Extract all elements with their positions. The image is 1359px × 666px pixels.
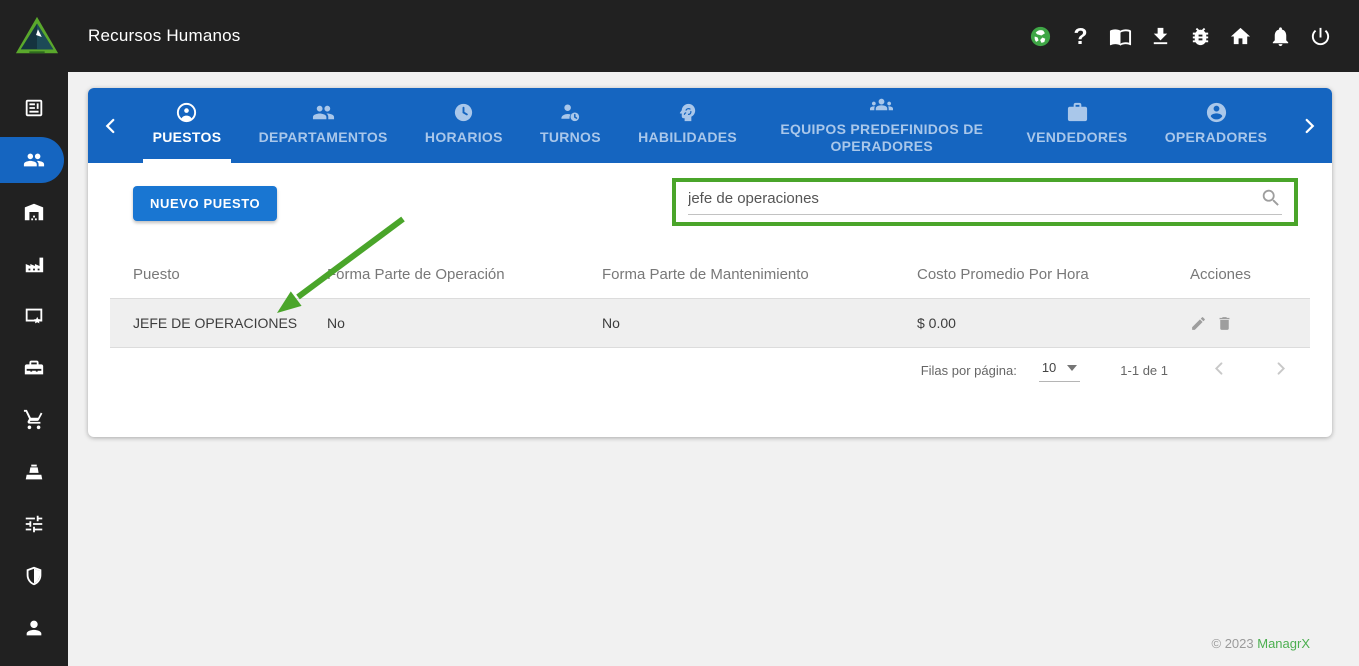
pagination: Filas por página: 10 1-1 de 1 bbox=[921, 358, 1290, 382]
tab-label: VENDEDORES bbox=[1026, 129, 1127, 145]
new-puesto-button[interactable]: NUEVO PUESTO bbox=[133, 186, 277, 221]
sidebar-item-toolbox[interactable] bbox=[0, 342, 68, 394]
power-icon[interactable] bbox=[1308, 24, 1333, 49]
chevron-left-icon bbox=[1210, 359, 1229, 378]
search-icon[interactable] bbox=[1260, 187, 1282, 209]
sidebar-item-news[interactable] bbox=[0, 82, 68, 134]
cell-puesto: JEFE DE OPERACIONES bbox=[110, 315, 327, 331]
person-icon bbox=[23, 617, 45, 639]
sidebar-item-sales[interactable] bbox=[0, 446, 68, 498]
topbar: Recursos Humanos ? bbox=[0, 0, 1359, 72]
home-icon[interactable] bbox=[1228, 24, 1253, 49]
rows-per-page-value: 10 bbox=[1042, 360, 1056, 375]
tab-label: TURNOS bbox=[540, 129, 601, 145]
warehouse-icon bbox=[23, 201, 45, 223]
tab-label: OPERADORES bbox=[1165, 129, 1268, 145]
chevron-right-icon bbox=[1271, 359, 1290, 378]
tab-operadores[interactable]: OPERADORES bbox=[1155, 88, 1278, 163]
notifications-icon[interactable] bbox=[1268, 24, 1293, 49]
next-page-button[interactable] bbox=[1271, 359, 1290, 381]
account-badge-icon bbox=[175, 101, 198, 124]
tune-icon bbox=[23, 513, 45, 535]
groups-icon bbox=[870, 93, 893, 116]
sidebar-item-certifications[interactable] bbox=[0, 290, 68, 342]
people-icon bbox=[23, 149, 45, 171]
tabs: PUESTOS DEPARTAMENTOS HORARIOS TURNOS HA… bbox=[134, 88, 1286, 163]
search-field bbox=[688, 182, 1282, 215]
brain-icon bbox=[676, 101, 699, 124]
cell-mantenimiento: No bbox=[602, 315, 917, 331]
rows-per-page-label: Filas por página: bbox=[921, 363, 1017, 378]
table-header: Puesto Forma Parte de Operación Forma Pa… bbox=[110, 250, 1310, 298]
language-icon[interactable] bbox=[1028, 24, 1053, 49]
tabs-scroll-right-button[interactable] bbox=[1286, 88, 1332, 163]
sidebar-item-purchases[interactable] bbox=[0, 394, 68, 446]
tab-vendedores[interactable]: VENDEDORES bbox=[1016, 88, 1137, 163]
chevron-right-icon bbox=[1300, 117, 1318, 135]
search-input[interactable] bbox=[688, 190, 1260, 207]
search-highlight-box bbox=[672, 178, 1298, 226]
col-acciones: Acciones bbox=[1190, 266, 1310, 283]
tab-label: HORARIOS bbox=[425, 129, 503, 145]
sidebar-item-configuration[interactable] bbox=[0, 498, 68, 550]
chevron-down-icon bbox=[1067, 365, 1077, 371]
briefcase-icon bbox=[1066, 101, 1089, 124]
cash-register-icon bbox=[23, 461, 45, 483]
tab-departamentos[interactable]: DEPARTAMENTOS bbox=[249, 88, 398, 163]
topbar-actions: ? bbox=[1028, 24, 1333, 49]
toolbox-icon bbox=[23, 357, 45, 379]
module-tabbar: PUESTOS DEPARTAMENTOS HORARIOS TURNOS HA… bbox=[88, 88, 1332, 163]
footer: © 2023 ManagrX bbox=[1212, 636, 1311, 651]
brand-link[interactable]: ManagrX bbox=[1257, 636, 1310, 651]
page-title: Recursos Humanos bbox=[88, 26, 240, 46]
download-icon[interactable] bbox=[1148, 24, 1173, 49]
person-clock-icon bbox=[559, 101, 582, 124]
app-logo-icon bbox=[14, 13, 60, 59]
edit-icon[interactable] bbox=[1190, 315, 1207, 332]
rows-per-page-select[interactable]: 10 bbox=[1039, 358, 1080, 382]
tab-label: PUESTOS bbox=[153, 129, 222, 145]
tab-horarios[interactable]: HORARIOS bbox=[415, 88, 513, 163]
col-puesto: Puesto bbox=[110, 266, 327, 283]
tab-label: EQUIPOS PREDEFINIDOS DE OPERADORES bbox=[774, 121, 989, 153]
news-icon bbox=[23, 97, 45, 119]
puestos-card: PUESTOS DEPARTAMENTOS HORARIOS TURNOS HA… bbox=[88, 88, 1332, 437]
sidebar bbox=[0, 72, 68, 666]
certificate-icon bbox=[23, 305, 45, 327]
account-circle-icon bbox=[1205, 101, 1228, 124]
help-icon[interactable]: ? bbox=[1068, 24, 1093, 49]
table-row[interactable]: JEFE DE OPERACIONES No No $ 0.00 bbox=[110, 298, 1310, 348]
tab-label: HABILIDADES bbox=[638, 129, 737, 145]
clock-icon bbox=[452, 101, 475, 124]
previous-page-button[interactable] bbox=[1210, 359, 1229, 381]
sidebar-item-production[interactable] bbox=[0, 238, 68, 290]
cell-acciones bbox=[1190, 315, 1310, 332]
tabs-scroll-left-button[interactable] bbox=[88, 88, 134, 163]
delete-icon[interactable] bbox=[1216, 315, 1233, 332]
page-range: 1-1 de 1 bbox=[1120, 363, 1168, 378]
manual-book-icon[interactable] bbox=[1108, 24, 1133, 49]
col-mantenimiento: Forma Parte de Mantenimiento bbox=[602, 266, 917, 283]
sidebar-item-account[interactable] bbox=[0, 602, 68, 654]
col-operacion: Forma Parte de Operación bbox=[327, 266, 602, 283]
sidebar-item-human-resources[interactable] bbox=[0, 134, 68, 186]
puestos-table: Puesto Forma Parte de Operación Forma Pa… bbox=[110, 250, 1310, 348]
cell-costo: $ 0.00 bbox=[917, 315, 1190, 331]
shield-icon bbox=[23, 565, 45, 587]
group-icon bbox=[312, 101, 335, 124]
bug-report-icon[interactable] bbox=[1188, 24, 1213, 49]
sidebar-item-warehouse[interactable] bbox=[0, 186, 68, 238]
copyright-text: © 2023 bbox=[1212, 636, 1254, 651]
chevron-left-icon bbox=[102, 117, 120, 135]
tab-equipos-predefinidos[interactable]: EQUIPOS PREDEFINIDOS DE OPERADORES bbox=[764, 88, 999, 163]
tab-habilidades[interactable]: HABILIDADES bbox=[628, 88, 747, 163]
tab-turnos[interactable]: TURNOS bbox=[530, 88, 611, 163]
factory-icon bbox=[23, 253, 45, 275]
tab-puestos[interactable]: PUESTOS bbox=[143, 88, 232, 163]
col-costo: Costo Promedio Por Hora bbox=[917, 266, 1190, 283]
cell-operacion: No bbox=[327, 315, 602, 331]
shopping-cart-icon bbox=[23, 409, 45, 431]
sidebar-item-security[interactable] bbox=[0, 550, 68, 602]
tab-label: DEPARTAMENTOS bbox=[259, 129, 388, 145]
